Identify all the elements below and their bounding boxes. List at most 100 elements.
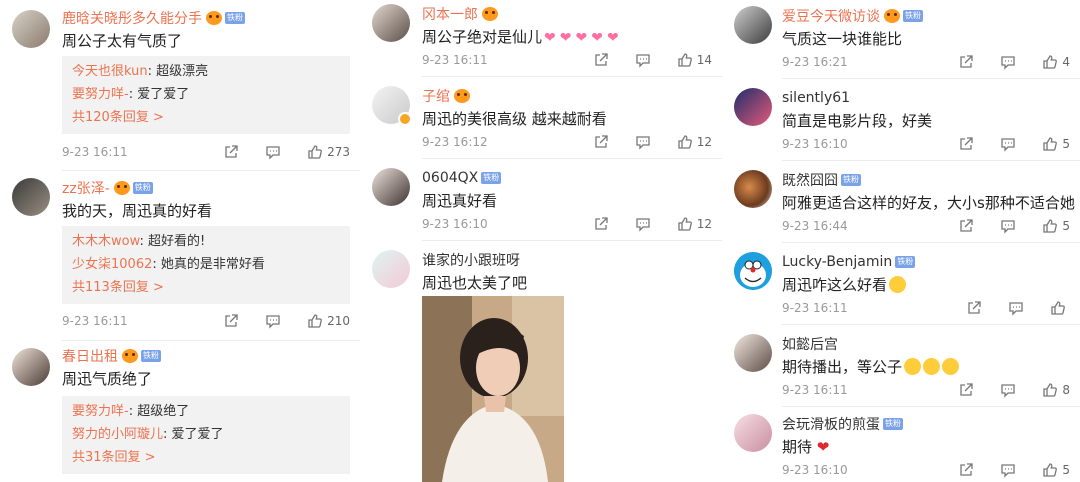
like-button[interactable]: 14 xyxy=(677,52,712,68)
share-button[interactable] xyxy=(223,313,239,329)
reply-box[interactable]: 木木木wow: 超好看的! 少女柒10062: 她真的是非常好看 共113条回复… xyxy=(62,226,350,304)
comment-button[interactable] xyxy=(1000,218,1016,234)
username[interactable]: 0604QX xyxy=(422,170,478,186)
comment-header: 谁家的小跟班呀 xyxy=(422,250,520,270)
username[interactable]: 爱豆今天微访谈 xyxy=(782,6,880,26)
like-button[interactable]: 12 xyxy=(677,216,712,232)
share-button[interactable] xyxy=(223,144,239,160)
share-button[interactable] xyxy=(593,216,609,232)
like-button[interactable]: 8 xyxy=(1042,382,1070,398)
reply-username[interactable]: 要努力咩- xyxy=(72,87,129,102)
reply-username[interactable]: 木木木wow xyxy=(72,234,140,249)
like-button[interactable]: 210 xyxy=(307,313,350,329)
comment-button[interactable] xyxy=(635,134,651,150)
like-button[interactable]: 5 xyxy=(1042,462,1070,478)
share-button[interactable] xyxy=(958,54,974,70)
reply-item[interactable]: 努力的小阿璇儿: 爱了爱了 xyxy=(72,423,340,446)
timestamp: 9-23 16:11 xyxy=(782,301,848,315)
username[interactable]: silently61 xyxy=(782,90,850,106)
share-button[interactable] xyxy=(958,382,974,398)
comment-button[interactable] xyxy=(635,52,651,68)
reply-username[interactable]: 努力的小阿璇儿 xyxy=(72,427,163,442)
username[interactable]: 冈本一郎 xyxy=(422,4,478,24)
vip-emoji-icon xyxy=(454,89,470,103)
avatar[interactable] xyxy=(734,6,772,44)
like-button[interactable]: 273 xyxy=(307,144,350,160)
reply-username[interactable]: 少女柒10062 xyxy=(72,257,152,272)
timestamp: 9-23 16:11 xyxy=(62,314,128,328)
share-button[interactable] xyxy=(966,300,982,316)
like-button[interactable]: 4 xyxy=(1042,54,1070,70)
username[interactable]: zz张泽- xyxy=(62,178,110,198)
reply-username[interactable]: 要努力咩- xyxy=(72,404,129,419)
share-button[interactable] xyxy=(593,134,609,150)
more-replies-link[interactable]: 共120条回复 > xyxy=(72,106,340,129)
reply-box[interactable]: 今天也很kun: 超级漂亮 要努力咩-: 爱了爱了 共120条回复 > xyxy=(62,56,350,134)
reply-box[interactable]: 要努力咩-: 超级绝了 努力的小阿璇儿: 爱了爱了 共31条回复 > xyxy=(62,396,350,474)
like-button[interactable]: 5 xyxy=(1042,136,1070,152)
avatar[interactable] xyxy=(372,86,412,126)
comment-button[interactable] xyxy=(1000,136,1016,152)
like-icon xyxy=(1043,55,1058,69)
username[interactable]: 鹿晗关晓彤多久能分手 xyxy=(62,8,202,28)
comment-meta: 9-23 16:12 12 xyxy=(422,132,712,152)
comment-text: 周迅气质绝了 xyxy=(62,370,153,388)
comment-button[interactable] xyxy=(1000,462,1016,478)
comment-button[interactable] xyxy=(1008,300,1024,316)
comment-header: zz张泽- 铁粉 xyxy=(62,178,153,198)
share-button[interactable] xyxy=(958,218,974,234)
avatar[interactable] xyxy=(372,4,410,42)
username[interactable]: Lucky-Benjamin xyxy=(782,254,892,270)
avatar[interactable] xyxy=(372,168,410,206)
like-button[interactable] xyxy=(1050,300,1070,316)
avatar[interactable] xyxy=(372,250,410,288)
more-replies-link[interactable]: 共113条回复 > xyxy=(72,276,340,299)
comment-button[interactable] xyxy=(265,313,281,329)
vip-emoji-icon xyxy=(122,349,138,363)
fan-badge: 铁粉 xyxy=(132,182,153,194)
avatar[interactable] xyxy=(734,252,772,290)
timestamp: 9-23 16:11 xyxy=(62,145,128,159)
fan-badge: 铁粉 xyxy=(883,418,903,430)
comment-photo[interactable] xyxy=(422,296,564,482)
kiss-emoji-icon xyxy=(923,358,941,375)
comment-button[interactable] xyxy=(265,144,281,160)
avatar[interactable] xyxy=(734,88,772,126)
divider xyxy=(422,240,722,241)
reply-item[interactable]: 要努力咩-: 爱了爱了 xyxy=(72,83,340,106)
username[interactable]: 春日出租 xyxy=(62,346,118,366)
like-button[interactable]: 12 xyxy=(677,134,712,150)
username[interactable]: 如懿后宫 xyxy=(782,334,838,354)
reply-item[interactable]: 今天也很kun: 超级漂亮 xyxy=(72,60,340,83)
avatar[interactable] xyxy=(734,170,772,208)
comment-header: 冈本一郎 xyxy=(422,4,498,24)
reply-item[interactable]: 要努力咩-: 超级绝了 xyxy=(72,400,340,423)
avatar[interactable] xyxy=(734,414,772,452)
avatar[interactable] xyxy=(734,334,772,372)
comment-text: 周迅也太美了吧 xyxy=(422,274,528,292)
avatar[interactable] xyxy=(12,10,50,48)
avatar[interactable] xyxy=(12,178,50,216)
comment-text: 阿雅更适合这样的好友，大小s那种不适合她 xyxy=(782,194,1075,212)
share-button[interactable] xyxy=(593,52,609,68)
fan-badge: 铁粉 xyxy=(481,172,502,184)
reply-username[interactable]: 今天也很kun xyxy=(72,64,148,79)
username[interactable]: 会玩滑板的煎蛋 xyxy=(782,414,880,434)
reply-item[interactable]: 木木木wow: 超好看的! xyxy=(72,230,340,253)
comment-column-3: 爱豆今天微访谈 铁粉 气质这一块谁能比 9-23 16:21 4 silentl… xyxy=(722,0,1080,482)
comment-button[interactable] xyxy=(635,216,651,232)
more-replies-link[interactable]: 共31条回复 > xyxy=(72,446,340,469)
username[interactable]: 谁家的小跟班呀 xyxy=(422,250,520,270)
avatar[interactable] xyxy=(12,348,50,386)
comment-button[interactable] xyxy=(1000,54,1016,70)
like-button[interactable]: 5 xyxy=(1042,218,1070,234)
username[interactable]: 既然囧囧 xyxy=(782,170,838,190)
like-count: 4 xyxy=(1062,55,1070,69)
comment-text: 期待 ❤ xyxy=(782,436,829,458)
reply-item[interactable]: 少女柒10062: 她真的是非常好看 xyxy=(72,253,340,276)
comment-button[interactable] xyxy=(1000,382,1016,398)
username[interactable]: 子绾 xyxy=(422,86,450,106)
reply-text: 爱了爱了 xyxy=(137,87,190,102)
share-button[interactable] xyxy=(958,136,974,152)
share-button[interactable] xyxy=(958,462,974,478)
